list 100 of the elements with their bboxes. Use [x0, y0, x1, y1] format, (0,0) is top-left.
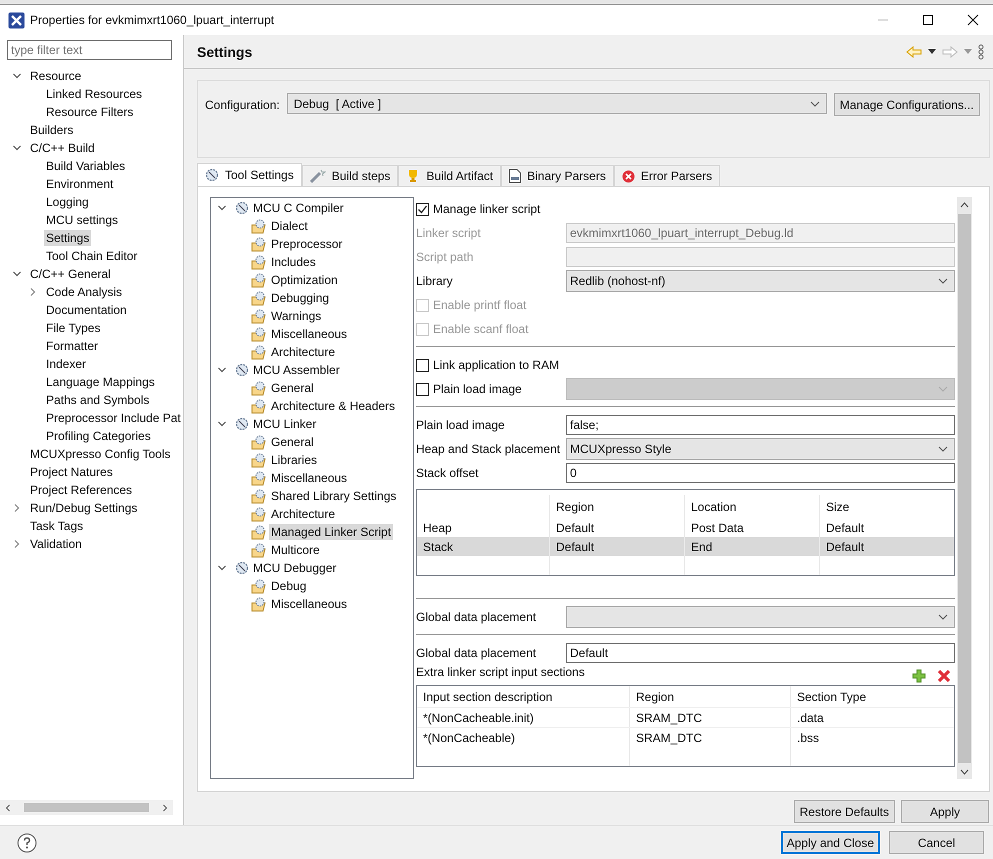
folder-gear-icon — [251, 326, 267, 342]
binary-file-icon — [509, 169, 522, 183]
tool-tree-item[interactable]: MCU C Compiler — [251, 200, 346, 216]
expanded-chevron-icon[interactable] — [217, 419, 227, 429]
scroll-down-icon[interactable] — [960, 769, 969, 775]
tool-tree-item[interactable]: MCU Debugger — [251, 560, 338, 576]
tool-tree-item[interactable]: Preprocessor — [269, 236, 344, 252]
tool-tree-item[interactable]: Multicore — [269, 542, 322, 558]
scrollbar-thumb[interactable] — [24, 803, 149, 812]
sidebar-item[interactable]: MCUXpresso Config Tools — [28, 446, 173, 462]
help-icon[interactable] — [17, 832, 37, 852]
sidebar-item[interactable]: Builders — [28, 122, 76, 138]
sidebar-item[interactable]: File Types — [44, 320, 102, 336]
tool-tree-item[interactable]: Miscellaneous — [269, 326, 350, 342]
section-label: Extra linker script input sections — [416, 665, 585, 681]
table-row[interactable]: Stack Default End Default — [417, 537, 954, 556]
expanded-chevron-icon[interactable] — [217, 365, 227, 375]
sidebar-item[interactable]: Validation — [28, 536, 84, 552]
expanded-chevron-icon[interactable] — [12, 71, 22, 81]
tool-tree-item[interactable]: Shared Library Settings — [269, 488, 398, 504]
tool-tree-item[interactable]: Libraries — [269, 452, 320, 468]
dialog-button[interactable]: Apply and Close — [780, 831, 880, 854]
tool-tree-item[interactable]: Architecture — [269, 344, 338, 360]
restore-defaults-button[interactable]: Restore Defaults — [794, 800, 895, 823]
tool-tree-item[interactable]: Miscellaneous — [269, 470, 350, 486]
sidebar-item[interactable]: Build Variables — [44, 158, 128, 174]
tool-tree-item[interactable]: MCU Assembler — [251, 362, 342, 378]
collapsed-chevron-icon[interactable] — [12, 503, 22, 513]
sidebar-item[interactable]: MCU settings — [44, 212, 120, 228]
sidebar-item[interactable]: C/C++ General — [28, 266, 113, 282]
expanded-chevron-icon[interactable] — [12, 269, 22, 279]
more-icon[interactable] — [978, 44, 984, 60]
tool-tree-item[interactable]: Architecture — [269, 506, 338, 522]
apply-button[interactable]: Apply — [901, 800, 989, 823]
sidebar-item[interactable]: Tool Chain Editor — [44, 248, 140, 264]
tool-tree-item[interactable]: Debug — [269, 578, 308, 594]
tool-tree-item[interactable]: General — [269, 434, 316, 450]
sidebar-item[interactable]: Run/Debug Settings — [28, 500, 140, 516]
remove-icon[interactable] — [937, 669, 951, 683]
tool-tree-item[interactable]: Miscellaneous — [269, 596, 350, 612]
scrollbar-thumb[interactable] — [958, 214, 971, 763]
table-row[interactable]: *(NonCacheable.init) SRAM_DTC .data — [417, 707, 954, 727]
text-field[interactable]: 0 — [566, 463, 955, 483]
sidebar-item[interactable]: Project References — [28, 482, 134, 498]
checkbox[interactable]: Link application to RAM — [416, 356, 566, 374]
checkbox[interactable]: Manage linker script — [416, 200, 566, 218]
collapsed-chevron-icon[interactable] — [28, 287, 38, 297]
collapsed-chevron-icon[interactable] — [12, 539, 22, 549]
select-field[interactable]: MCUXpresso Style — [566, 438, 955, 460]
dialog-button[interactable]: Cancel — [889, 831, 984, 854]
sidebar-item[interactable]: Preprocessor Include Pat — [44, 410, 183, 426]
sidebar-item[interactable]: Resource — [28, 68, 84, 84]
text-field[interactable]: Default — [566, 643, 955, 663]
scroll-up-icon[interactable] — [960, 202, 969, 208]
maximize-icon[interactable] — [922, 14, 934, 26]
sidebar-item[interactable]: Resource Filters — [44, 104, 136, 120]
tool-tree-item[interactable]: Optimization — [269, 272, 340, 288]
tab[interactable]: Error Parsers — [614, 165, 720, 186]
tab[interactable]: Build steps — [302, 165, 398, 186]
sidebar-item[interactable]: Environment — [44, 176, 116, 192]
dropdown-icon[interactable] — [928, 49, 936, 54]
expanded-chevron-icon[interactable] — [217, 203, 227, 213]
scroll-right-icon[interactable] — [161, 804, 169, 812]
sidebar-item[interactable]: Linked Resources — [44, 86, 144, 102]
sidebar-item[interactable]: Formatter — [44, 338, 100, 354]
table-row[interactable]: *(NonCacheable) SRAM_DTC .bss — [417, 727, 954, 747]
manage-configurations-button[interactable]: Manage Configurations... — [834, 93, 980, 116]
tool-tree-item[interactable]: MCU Linker — [251, 416, 318, 432]
sidebar-item[interactable]: Task Tags — [28, 518, 86, 534]
expanded-chevron-icon[interactable] — [217, 563, 227, 573]
select-field[interactable]: Redlib (nohost-nf) — [566, 270, 955, 292]
configuration-select[interactable]: Debug [ Active ] — [286, 93, 827, 114]
sidebar-item[interactable]: C/C++ Build — [28, 140, 97, 156]
tab[interactable]: Build Artifact — [398, 165, 502, 186]
sidebar-item[interactable]: Code Analysis — [44, 284, 124, 300]
tool-tree-item[interactable]: Managed Linker Script — [269, 524, 394, 540]
sidebar-item[interactable]: Language Mappings — [44, 374, 157, 390]
sidebar-item[interactable]: Indexer — [44, 356, 88, 372]
tab[interactable]: Binary Parsers — [501, 165, 614, 186]
sidebar-item[interactable]: Paths and Symbols — [44, 392, 152, 408]
tool-tree-item[interactable]: Debugging — [269, 290, 332, 306]
expanded-chevron-icon[interactable] — [12, 143, 22, 153]
sidebar-item[interactable]: Documentation — [44, 302, 129, 318]
sidebar-item[interactable]: Profiling Categories — [44, 428, 153, 444]
select-field[interactable] — [566, 606, 955, 628]
sidebar-item[interactable]: Logging — [44, 194, 91, 210]
text-field[interactable]: false; — [566, 415, 955, 435]
tool-tree-item[interactable]: General — [269, 380, 316, 396]
tool-tree-item[interactable]: Dialect — [269, 218, 310, 234]
sidebar-item[interactable]: Settings — [44, 230, 92, 246]
add-icon[interactable] — [912, 669, 926, 683]
tool-tree-item[interactable]: Warnings — [269, 308, 324, 324]
folder-gear-icon — [251, 254, 267, 270]
scroll-left-icon[interactable] — [4, 804, 12, 812]
sidebar-item[interactable]: Project Natures — [28, 464, 115, 480]
tab[interactable]: Tool Settings — [197, 163, 302, 186]
filter-field[interactable]: type filter text — [7, 40, 172, 60]
tool-tree-item[interactable]: Includes — [269, 254, 318, 270]
close-icon[interactable] — [967, 14, 979, 26]
tool-tree-item[interactable]: Architecture & Headers — [269, 398, 398, 414]
